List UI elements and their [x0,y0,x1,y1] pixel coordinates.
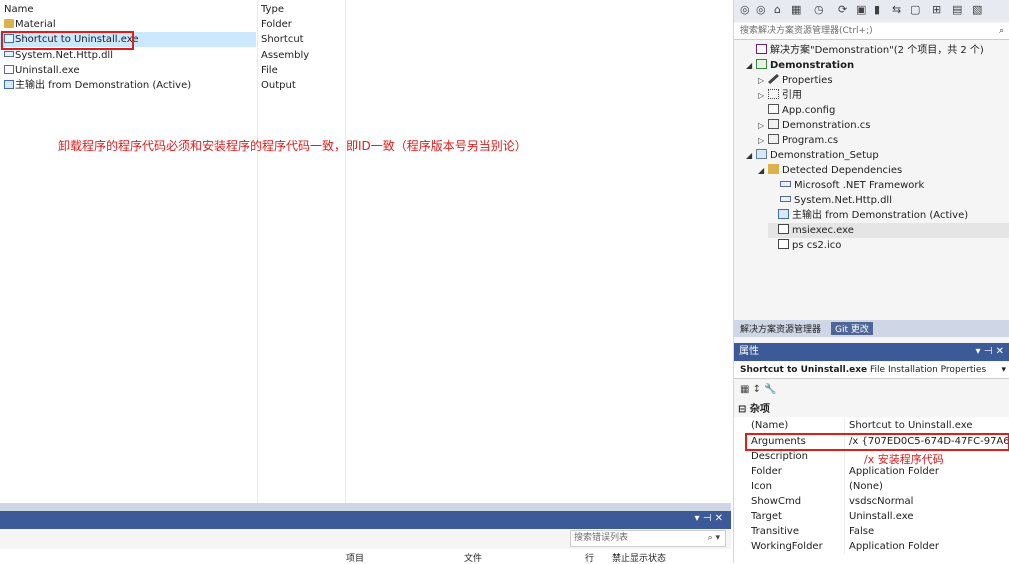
csharp-file-icon [768,134,779,144]
config-file-icon [768,104,779,114]
csharp-project-icon [756,59,767,69]
annotation-text: 卸载程序的程序代码必须和安装程序的程序代码一致，即ID一致（程序版本号另当别论） [58,139,527,153]
properties-window-controls[interactable]: ▾ ⊣ ✕ [976,343,1004,361]
tree-item-primary-output[interactable]: 主输出 from Demonstration (Active) [768,208,968,223]
expand-arrow-icon[interactable]: ▷ [758,118,768,133]
collapse-icon[interactable]: ⊟ [738,404,746,415]
back-icon[interactable]: ◎ [740,3,750,16]
file-system-editor-icon[interactable]: ⊞ [932,3,941,16]
history-icon[interactable]: ◷ [814,3,824,16]
properties-object-selector[interactable]: Shortcut to Uninstall.exe File Installat… [734,362,1009,379]
dependency-icon [780,181,791,187]
property-row-target[interactable]: Target Uninstall.exe [734,509,1009,524]
column-header-name[interactable]: Name [4,2,34,17]
property-row-icon[interactable]: Icon (None) [734,479,1009,494]
folder-icon [4,19,14,28]
file-row-uninstall[interactable]: Uninstall.exe File [0,63,345,78]
file-row-shortcut-type: Shortcut [261,34,304,45]
file-row-primary-output[interactable]: 主输出 from Demonstration (Active) Output [0,78,345,93]
expand-arrow-icon[interactable]: ▷ [758,88,768,103]
properties-header: 属性 ▾ ⊣ ✕ [734,343,1009,361]
column-header-row: Name Type [0,2,345,17]
property-row-name[interactable]: (Name) Shortcut to Uninstall.exe [734,418,1009,433]
property-row-transitive[interactable]: Transitive False [734,524,1009,539]
dependency-icon [780,196,791,202]
expand-arrow-icon[interactable]: ▷ [758,133,768,148]
file-icon [778,224,789,234]
forward-icon[interactable]: ◎ [756,3,766,16]
expand-arrow-icon[interactable]: ▷ [758,73,768,88]
chevron-down-icon[interactable]: ▾ [1001,362,1006,379]
setup-project-icon [756,149,767,159]
collapse-all-icon[interactable]: ▣ [856,3,866,16]
file-icon [778,239,789,249]
right-panel: ◎ ◎ ⌂ ▦ ◷ ⟳ ▣ ▮ ⇆ ▢ ⊞ ▤ ▧ 搜索解决方案资源管理器(Ct… [733,0,1009,563]
search-icon[interactable]: ⌕ [999,23,1004,40]
tree-item-solution[interactable]: 解决方案"Demonstration"(2 个项目，共 2 个) [746,43,984,58]
refresh-icon[interactable]: ⟳ [838,3,847,16]
tree-item-ps-cs2-ico[interactable]: ps cs2.ico [768,238,841,253]
column-header-project[interactable]: 项目 [346,551,364,564]
tree-item-demonstration-cs[interactable]: ▷ Demonstration.cs [758,118,870,133]
tree-item-detected-dependencies[interactable]: ◢ Detected Dependencies [758,163,902,178]
search-icon[interactable]: ⌕ ▾ [708,531,720,546]
output-icon [4,80,14,89]
column-header-type[interactable]: Type [261,2,284,17]
column-header-line[interactable]: 行 [585,551,594,564]
error-list-window-controls[interactable]: ▾ ⊣ ✕ [695,513,723,524]
properties-icon[interactable]: ▮ [874,3,880,16]
expand-arrow-icon[interactable]: ◢ [746,58,756,73]
tab-solution-explorer[interactable]: 解决方案资源管理器 [740,322,821,335]
form-file-icon [768,119,779,129]
tab-git-changes[interactable]: Git 更改 [831,322,873,335]
solution-tree: 解决方案"Demonstration"(2 个项目，共 2 个) ◢ Demons… [734,41,1009,320]
tree-item-program-cs[interactable]: ▷ Program.cs [758,133,838,148]
expand-arrow-icon[interactable]: ◢ [758,163,768,178]
tree-item-setup-project[interactable]: ◢ Demonstration_Setup [746,148,879,163]
expand-arrow-icon[interactable]: ◢ [746,148,756,163]
column-header-file[interactable]: 文件 [464,551,482,564]
solution-explorer-toolbar: ◎ ◎ ⌂ ▦ ◷ ⟳ ▣ ▮ ⇆ ▢ ⊞ ▤ ▧ [734,0,1009,22]
tree-item-system-net-http[interactable]: System.Net.Http.dll [780,193,892,208]
file-types-editor-icon[interactable]: ▧ [972,3,982,16]
properties-toolbar[interactable]: ▦ ↕ 🔧 [734,380,1009,400]
column-header-suppression[interactable]: 禁止显示状态 [612,551,666,564]
solution-explorer-search-input[interactable]: 搜索解决方案资源管理器(Ctrl+;) ⌕ [734,23,1009,40]
error-list-columns: 项目 文件 行 禁止显示状态 [0,550,731,564]
solution-icon [756,44,767,54]
assembly-icon [4,51,14,57]
tree-item-demonstration[interactable]: ◢ Demonstration [746,58,854,73]
file-row-material[interactable]: Material Folder [0,17,345,32]
registry-editor-icon[interactable]: ▤ [952,3,962,16]
annotation-text: /x 安装程序代码 [864,453,944,466]
highlight-box [1,31,134,50]
home-icon[interactable]: ⌂ [774,3,781,16]
wrench-icon [768,74,779,84]
property-row-showcmd[interactable]: ShowCmd vsdscNormal [734,494,1009,509]
file-system-editor: Name Type Material Folder Shortcut to Un… [0,0,731,503]
folder-icon [768,164,779,174]
file-row-system-net-http[interactable]: System.Net.Http.dll Assembly [0,48,345,63]
explorer-tabs: 解决方案资源管理器 Git 更改 [734,320,1009,337]
references-icon [768,89,779,99]
file-icon [4,65,14,74]
column-divider [345,0,346,503]
panel-divider [0,503,731,511]
tree-item-properties[interactable]: ▷ Properties [758,73,833,88]
tree-item-msiexec[interactable]: msiexec.exe [768,223,1009,238]
preview-icon[interactable]: ▢ [910,3,920,16]
tree-item-references[interactable]: ▷ 引用 [758,88,802,103]
tree-item-dotnet-framework[interactable]: Microsoft .NET Framework [780,178,924,193]
switch-views-icon[interactable]: ▦ [791,3,801,16]
property-grid: ⊟ 杂项 (Name) Shortcut to Uninstall.exe Arg… [734,402,1009,563]
sync-icon[interactable]: ⇆ [892,3,901,16]
property-row-working-folder[interactable]: WorkingFolder Application Folder [734,539,1009,554]
highlight-box [745,433,1009,451]
tree-item-app-config[interactable]: App.config [758,103,835,118]
output-icon [778,209,789,219]
error-list-search-input[interactable]: 搜索错误列表 ⌕ ▾ [570,530,726,547]
property-category[interactable]: ⊟ 杂项 [734,402,1009,417]
error-list-header: ▾ ⊣ ✕ [0,511,731,529]
